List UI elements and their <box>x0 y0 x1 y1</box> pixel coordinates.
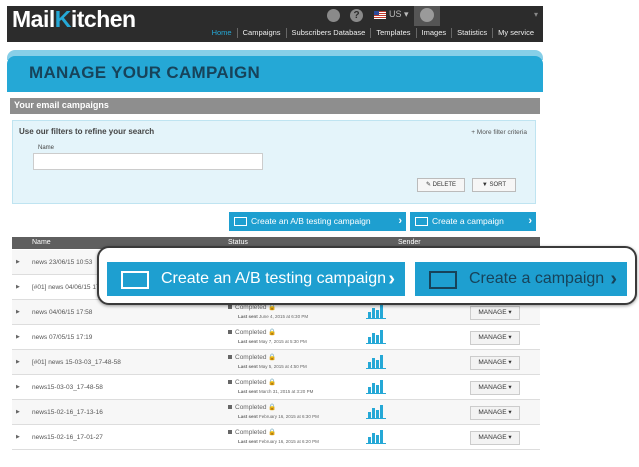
envelope-icon <box>415 217 428 226</box>
expand-arrow-icon[interactable]: ▶ <box>16 434 20 440</box>
name-label: Name <box>38 145 55 151</box>
manage-button[interactable]: MANAGE ▾ <box>470 406 520 420</box>
campaign-name[interactable]: news15-02-16_17-01-27 <box>32 434 103 441</box>
nav-my-service[interactable]: My service <box>492 28 539 38</box>
manage-button[interactable]: MANAGE ▾ <box>470 331 520 345</box>
status-badge: Completed 🔒 <box>228 353 276 361</box>
status-badge: Completed 🔒 <box>228 403 276 411</box>
help-icon[interactable]: ? <box>350 9 363 22</box>
campaign-name[interactable]: [#01] news 04/06/15 17 <box>32 284 100 291</box>
campaign-name[interactable]: news 07/05/15 17:19 <box>32 334 92 341</box>
chevron-right-icon: › <box>610 268 617 290</box>
delete-button[interactable]: ✎ DELETE <box>417 178 465 192</box>
button-label: Create a campaign <box>432 216 504 226</box>
statistics-icon[interactable] <box>366 329 386 344</box>
last-sent: Last sent February 16, 2015 at 6:30 PM <box>238 414 319 419</box>
user-menu[interactable] <box>414 6 440 26</box>
expand-arrow-icon[interactable]: ▶ <box>16 259 20 265</box>
table-row[interactable]: ▶ news15-02-16_17-01-27 Completed 🔒 Last se… <box>12 425 540 450</box>
nav-images[interactable]: Images <box>415 28 452 38</box>
expand-arrow-icon[interactable]: ▶ <box>16 309 20 315</box>
status-badge: Completed 🔒 <box>228 328 276 336</box>
campaign-name[interactable]: news15-03-03_17-48-58 <box>32 384 103 391</box>
campaign-name[interactable]: news 04/06/15 17:58 <box>32 309 92 316</box>
nav-home[interactable]: Home <box>207 28 237 38</box>
campaign-name[interactable]: [#01] news 15-03-03_17-48-58 <box>32 359 121 366</box>
manage-button[interactable]: MANAGE ▾ <box>470 306 520 320</box>
expand-arrow-icon[interactable]: ▶ <box>16 384 20 390</box>
page-title: MANAGE YOUR CAMPAIGN <box>29 63 261 82</box>
status-square-icon <box>228 305 232 310</box>
us-flag-icon[interactable] <box>374 11 386 19</box>
chevron-right-icon: › <box>388 268 395 290</box>
chevron-right-icon: › <box>528 215 532 227</box>
envelope-icon <box>121 271 149 289</box>
expand-arrow-icon[interactable]: ▶ <box>16 284 20 290</box>
status-badge: Completed 🔒 <box>228 428 276 436</box>
table-row[interactable]: ▶ [#01] news 15-03-03_17-48-58 Completed 🔒… <box>12 350 540 375</box>
status-square-icon <box>228 405 232 410</box>
statistics-icon[interactable] <box>366 379 386 394</box>
status-square-icon <box>228 430 232 435</box>
section-header: Your email campaigns <box>10 98 540 114</box>
nav-campaigns[interactable]: Campaigns <box>236 28 286 38</box>
header-name: Name <box>32 239 51 246</box>
create-campaign-button-zoomed[interactable]: Create a campaign › <box>415 262 627 296</box>
sort-button[interactable]: ▼ SORT <box>472 178 516 192</box>
main-nav: Home Campaigns Subscribers Database Temp… <box>207 28 539 38</box>
zoom-callout: Create an A/B testing campaign › Create … <box>97 246 637 305</box>
more-filter-link[interactable]: + More filter criteria <box>471 129 527 136</box>
header-sender: Sender <box>398 239 421 246</box>
filter-panel: Use our filters to refine your search + … <box>12 120 536 204</box>
chat-icon[interactable] <box>327 9 340 22</box>
last-sent: Last sent May 7, 2015 at 5:30 PM <box>238 339 307 344</box>
status-square-icon <box>228 330 232 335</box>
table-row[interactable]: ▶ news15-03-03_17-48-58 Completed 🔒 Last se… <box>12 375 540 400</box>
create-ab-campaign-button[interactable]: Create an A/B testing campaign › <box>229 212 406 231</box>
nav-subscribers-database[interactable]: Subscribers Database <box>285 28 371 38</box>
chevron-down-icon[interactable]: ▾ <box>534 10 538 19</box>
status-square-icon <box>228 355 232 360</box>
language-selector[interactable]: US ▾ <box>389 9 409 20</box>
button-label: Create an A/B testing campaign <box>161 270 387 287</box>
button-label: Create an A/B testing campaign <box>251 216 371 226</box>
manage-button[interactable]: MANAGE ▾ <box>470 381 520 395</box>
status-square-icon <box>228 380 232 385</box>
section-title: Your email campaigns <box>14 100 109 110</box>
app-logo[interactable]: MailKitchen <box>12 6 136 33</box>
table-row[interactable]: ▶ news15-02-16_17-13-16 Completed 🔒 Last se… <box>12 400 540 425</box>
create-campaign-button[interactable]: Create a campaign › <box>410 212 536 231</box>
manage-button[interactable]: MANAGE ▾ <box>470 431 520 445</box>
campaign-name[interactable]: news 23/06/15 10:53 <box>32 259 92 266</box>
nav-templates[interactable]: Templates <box>370 28 415 38</box>
button-label: Create a campaign <box>469 270 605 287</box>
envelope-icon <box>234 217 247 226</box>
page-banner: MANAGE YOUR CAMPAIGN <box>7 56 543 92</box>
last-sent: Last sent May 5, 2015 at 4:50 PM <box>238 364 307 369</box>
statistics-icon[interactable] <box>366 404 386 419</box>
statistics-icon[interactable] <box>366 429 386 444</box>
top-bar: MailKitchen ? US ▾ ▾ Home Campaigns Subs… <box>7 6 543 42</box>
campaign-name[interactable]: news15-02-16_17-13-16 <box>32 409 103 416</box>
expand-arrow-icon[interactable]: ▶ <box>16 334 20 340</box>
envelope-icon <box>429 271 457 289</box>
manage-button[interactable]: MANAGE ▾ <box>470 356 520 370</box>
name-input[interactable] <box>33 153 263 170</box>
create-ab-campaign-button-zoomed[interactable]: Create an A/B testing campaign › <box>107 262 405 296</box>
statistics-icon[interactable] <box>366 304 386 319</box>
expand-arrow-icon[interactable]: ▶ <box>16 359 20 365</box>
table-row[interactable]: ▶ news 07/05/15 17:19 Completed 🔒 Last sent… <box>12 325 540 350</box>
statistics-icon[interactable] <box>366 354 386 369</box>
last-sent: Last sent June 4, 2015 at 6:30 PM <box>238 314 309 319</box>
status-badge: Completed 🔒 <box>228 378 276 386</box>
nav-statistics[interactable]: Statistics <box>451 28 492 38</box>
last-sent: Last sent March 31, 2015 at 3:20 PM <box>238 389 314 394</box>
expand-arrow-icon[interactable]: ▶ <box>16 409 20 415</box>
header-status: Status <box>228 239 248 246</box>
filter-title: Use our filters to refine your search <box>19 127 155 136</box>
last-sent: Last sent February 16, 2015 at 6:20 PM <box>238 439 319 444</box>
chevron-right-icon: › <box>398 215 402 227</box>
avatar-icon <box>420 8 434 22</box>
